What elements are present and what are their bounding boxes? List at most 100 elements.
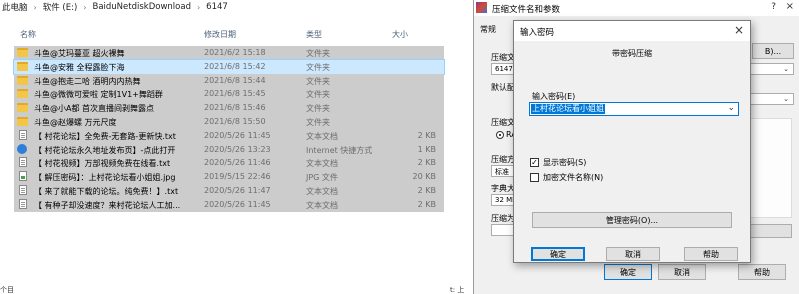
folder-icon <box>17 48 28 57</box>
tab-general-label: 常规 <box>480 25 496 34</box>
breadcrumb-baidu-folder[interactable]: BaiduNetdiskDownload <box>91 2 193 12</box>
column-header-type[interactable]: 类型 <box>306 29 322 40</box>
text-file-icon <box>19 184 27 195</box>
file-row[interactable]: 【 来了就能下载的论坛。纯免费！】.txt 2020/5/26 11:47 文本文档… <box>14 183 444 198</box>
set-password-button[interactable] <box>744 224 792 238</box>
close-icon[interactable]: × <box>734 23 744 37</box>
bottom-fragment-text: t: 上 <box>450 286 465 294</box>
archive-help-label: 帮助 <box>754 267 770 277</box>
manage-passwords-button[interactable]: 管理密码(O)... <box>532 212 732 228</box>
password-label: 输入密码(E) <box>532 92 576 101</box>
file-row[interactable]: 斗鱼@安雅 全程露脸下海 2021/6/8 15:42 文件夹 <box>13 58 445 75</box>
text-file-icon <box>19 198 27 209</box>
file-row[interactable]: 斗鱼@抱走二哈 酒明内内热舞 2021/6/8 15:44 文件夹 <box>14 73 444 88</box>
file-name: 【 来了就能下载的论坛。纯免费！】.txt <box>34 186 179 196</box>
file-date: 2021/6/8 15:45 <box>204 89 266 99</box>
dictionary-size-value: 32 MB <box>495 196 515 204</box>
archive-ok-button[interactable]: 确定 <box>604 264 652 280</box>
file-row[interactable]: 【 村花视频】万部视频免费在线看.txt 2020/5/26 11:46 文本文档 2… <box>14 156 444 171</box>
compression-method-combo[interactable]: 标准 <box>491 165 515 177</box>
compression-method-value: 标准 <box>495 168 509 176</box>
folder-icon <box>17 103 28 113</box>
show-password-checkbox[interactable]: ✓ 显示密码(S) <box>530 157 586 168</box>
file-type: 文件夹 <box>306 104 330 114</box>
password-input[interactable]: 上村花论坛看小姐姐 ⌄ <box>529 102 739 116</box>
close-icon[interactable]: × <box>786 1 794 12</box>
winrar-app-icon <box>476 2 487 13</box>
column-header-name[interactable]: 名称 <box>20 29 36 40</box>
file-row[interactable]: 【 解压密码】：上村花论坛看小姐姐.jpg 2019/5/15 22:46 JPG … <box>14 170 444 184</box>
show-password-label: 显示密码(S) <box>543 158 587 167</box>
folder-icon <box>17 89 28 99</box>
archive-name-value: 6147.r <box>495 65 514 73</box>
file-row[interactable]: 【 村花论坛永久地址发布页】-点此打开 2020/5/26 13:23 Intern… <box>14 142 444 157</box>
password-cancel-button[interactable]: 取消 <box>606 247 660 261</box>
encrypt-filenames-label: 加密文件名称(N) <box>543 173 604 182</box>
file-row[interactable]: 斗鱼@小A都 首次直播间剥舞露点 2021/6/8 15:46 文件夹 <box>14 101 444 115</box>
dictionary-size-combo[interactable]: 32 MB <box>491 194 515 206</box>
file-type: Internet 快捷方式 <box>306 145 373 155</box>
chevron-down-icon: ⌄ <box>783 65 789 73</box>
archive-ok-label: 确定 <box>620 267 636 277</box>
checkbox-unchecked-icon <box>530 173 539 182</box>
file-date: 2020/5/26 11:46 <box>204 158 271 168</box>
folder-icon <box>17 75 28 85</box>
file-list: 斗鱼@艾玛蔓亚 超火裸舞 2021/6/2 15:18 文件夹 斗鱼@安雅 全程露脸… <box>13 46 445 212</box>
password-dialog-titlebar: 输入密码 × <box>514 21 750 41</box>
file-size: 2 KB <box>417 158 436 168</box>
file-size: 20 KB <box>412 172 436 182</box>
archive-cancel-label: 取消 <box>674 267 690 277</box>
file-row[interactable]: 【 有种子却没速度？来村花论坛人工加... 2020/5/26 11:45 文本文档… <box>14 197 444 212</box>
file-size: 2 KB <box>417 185 436 195</box>
help-icon[interactable]: ? <box>771 2 776 12</box>
file-name: 【 村花视频】万部视频免费在线看.txt <box>34 159 171 169</box>
column-header-date[interactable]: 修改日期 <box>204 29 236 40</box>
bottom-fragment: t: 上 <box>450 285 464 294</box>
file-type: 文件夹 <box>306 62 330 72</box>
file-name: 斗鱼@安雅 全程露脸下海 <box>34 62 125 72</box>
file-row[interactable]: 【 村花论坛】全免费-无套路-更新快.txt 2020/5/26 11:45 文本文… <box>14 128 444 143</box>
column-header-size[interactable]: 大小 <box>392 29 408 40</box>
file-row[interactable]: 斗鱼@赵爆螺 万元尺度 2021/6/8 15:50 文件夹 <box>14 114 444 129</box>
chevron-right-icon: › <box>196 2 201 12</box>
file-date: 2021/6/8 15:44 <box>204 75 266 85</box>
file-date: 2020/5/26 11:45 <box>204 199 271 209</box>
file-date: 2020/5/26 11:45 <box>204 130 271 140</box>
file-row[interactable]: 斗鱼@微微可爱啦 定制1V1+舞蹈群 2021/6/8 15:45 文件夹 <box>14 87 444 102</box>
encrypt-filenames-checkbox[interactable]: 加密文件名称(N) <box>530 172 603 183</box>
file-name: 【 有种子却没速度？来村花论坛人工加... <box>34 200 181 210</box>
password-help-button[interactable]: 帮助 <box>684 247 738 261</box>
file-name: 斗鱼@小A都 首次直播间剥舞露点 <box>34 104 155 114</box>
password-help-label: 帮助 <box>703 249 719 259</box>
archive-name-field[interactable]: 6147.r <box>491 63 515 75</box>
password-ok-button[interactable]: 确定 <box>531 247 585 261</box>
file-name: 斗鱼@抱走二哈 酒明内内热舞 <box>34 76 141 86</box>
file-row[interactable]: 斗鱼@艾玛蔓亚 超火裸舞 2021/6/2 15:18 文件夹 <box>14 46 444 60</box>
password-value: 上村花论坛看小姐姐 <box>531 104 605 114</box>
file-size: 2 KB <box>417 199 436 209</box>
breadcrumb: 此电脑 › 软件 (E:) › BaiduNetdiskDownload › 6… <box>0 0 472 14</box>
file-name: 斗鱼@赵爆螺 万元尺度 <box>34 117 117 127</box>
file-date: 2021/6/8 15:46 <box>204 103 266 113</box>
browse-button-label: B)... <box>764 46 782 56</box>
file-name: 【 解压密码】：上村花论坛看小姐姐.jpg <box>34 173 176 183</box>
file-name: 斗鱼@微微可爱啦 定制1V1+舞蹈群 <box>34 90 163 100</box>
archive-help-button[interactable]: 帮助 <box>738 264 786 280</box>
breadcrumb-current-folder[interactable]: 6147 <box>204 2 230 12</box>
radio-button-icon <box>496 130 504 139</box>
enter-password-dialog: 输入密码 × 带密码压缩 输入密码(E) 上村花论坛看小姐姐 ⌄ ✓ 显示密码(… <box>513 20 751 263</box>
breadcrumb-this-pc[interactable]: 此电脑 <box>0 1 30 13</box>
split-volumes-combo[interactable] <box>491 224 515 236</box>
breadcrumb-drive-e[interactable]: 软件 (E:) <box>41 1 80 13</box>
file-type: 文件夹 <box>306 49 330 58</box>
status-bar: 个目 <box>0 285 14 294</box>
browse-button[interactable]: B)... <box>752 43 794 59</box>
folder-icon <box>17 61 28 71</box>
file-size: 2 KB <box>417 130 436 140</box>
file-type: 文件夹 <box>306 76 330 86</box>
file-type: 文本文档 <box>306 131 338 141</box>
tab-general[interactable]: 常规 <box>480 24 496 35</box>
archive-cancel-button[interactable]: 取消 <box>658 264 706 280</box>
internet-shortcut-icon <box>17 143 27 154</box>
chevron-down-icon[interactable]: ⌄ <box>727 103 735 113</box>
